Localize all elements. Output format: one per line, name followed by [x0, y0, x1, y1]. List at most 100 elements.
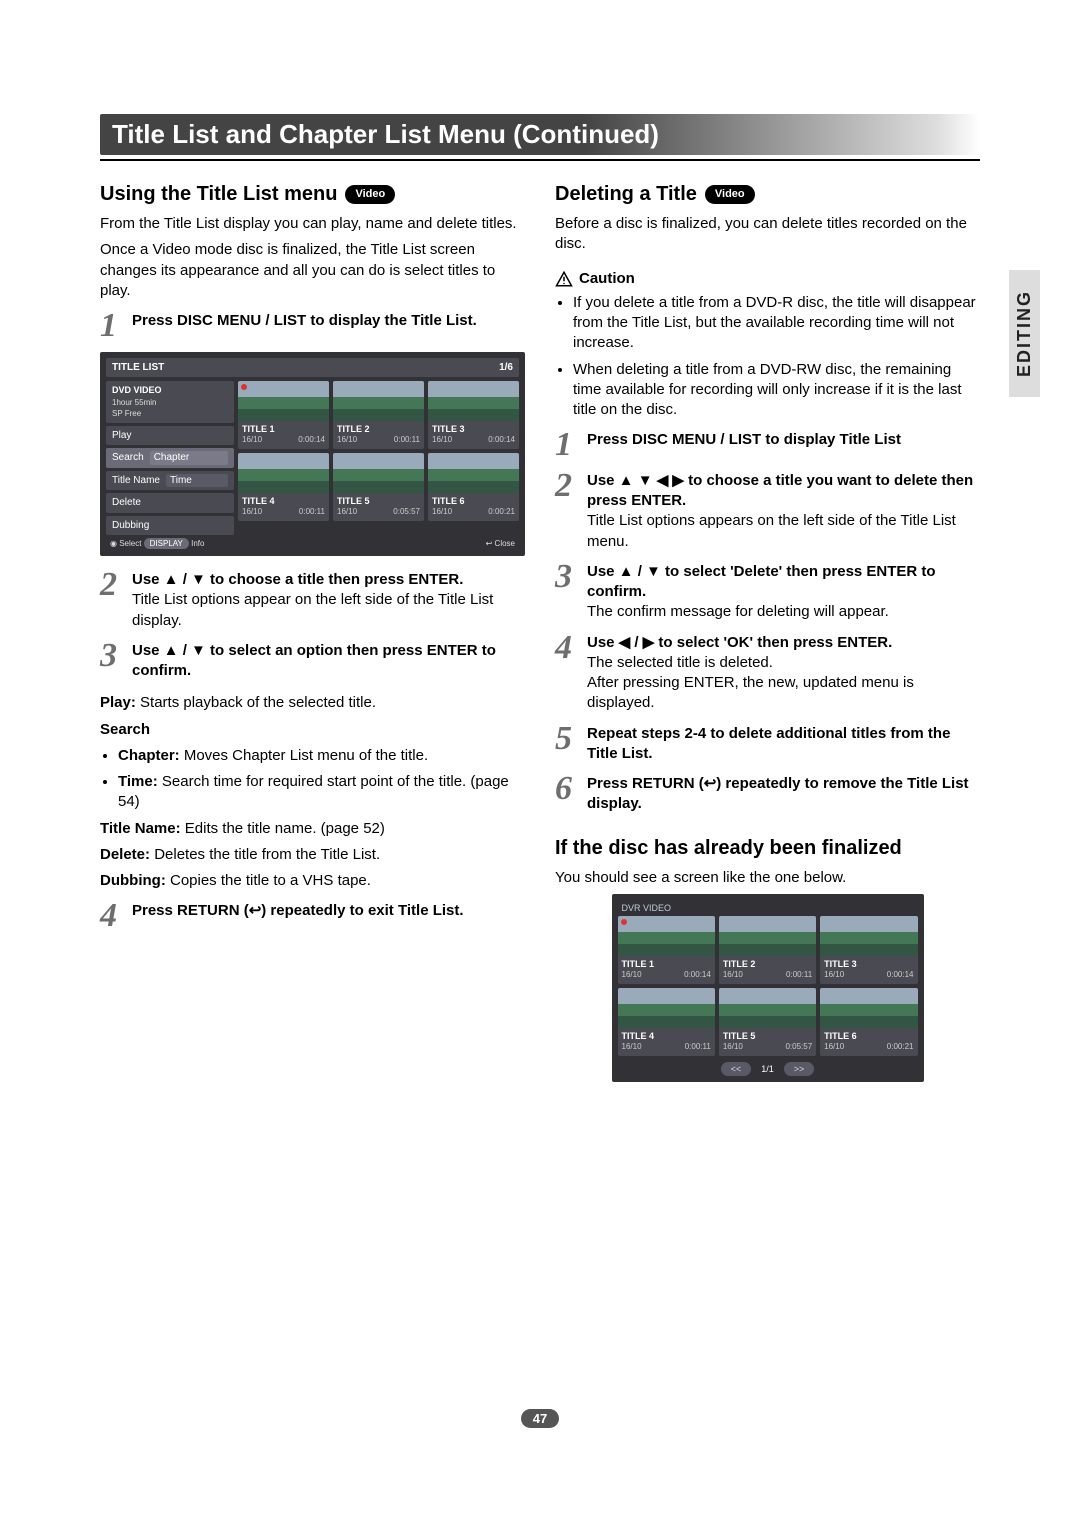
step-number: 4 [555, 633, 579, 714]
final-title-6[interactable]: TITLE 616/100:00:21 [820, 988, 917, 1056]
search-time: Time: Search time for required start poi… [118, 772, 525, 813]
right-step-6: 6 Press RETURN (↩) repeatedly to remove … [555, 774, 980, 815]
step-text-bold: Use ◀ / ▶ to select 'OK' then press ENTE… [587, 634, 892, 651]
delete-option: Delete: Deletes the title from the Title… [100, 845, 525, 865]
left-step-1: 1 Press DISC MENU / LIST to display the … [100, 311, 525, 342]
page-number-value: 47 [521, 1409, 559, 1428]
left-step-2: 2 Use ▲ / ▼ to choose a title then press… [100, 570, 525, 631]
step-text: Repeat steps 2-4 to delete additional ti… [587, 724, 980, 765]
heading-text: Using the Title List menu [100, 181, 337, 208]
step-number: 2 [100, 570, 124, 631]
step-number: 1 [555, 430, 579, 461]
final-title-4[interactable]: TITLE 416/100:00:11 [618, 988, 715, 1056]
step-number: 1 [100, 311, 124, 342]
osd-menu-title-name-label: Title Name [112, 474, 160, 488]
osd-title-6[interactable]: TITLE 616/100:00:21 [428, 453, 519, 521]
osd-header-title: TITLE LIST [112, 361, 164, 375]
osd-menu-title-name[interactable]: Title Name Time [106, 471, 234, 491]
using-title-list-heading: Using the Title List menu Video [100, 181, 525, 208]
step-text: Title List options appears on the left s… [587, 512, 956, 549]
osd-thumbnail-grid: TITLE 116/100:00:14 TITLE 216/100:00:11 … [238, 381, 519, 521]
step-number: 6 [555, 774, 579, 815]
osd-time-remaining: 1hour 55min [112, 398, 228, 409]
osd-title-4[interactable]: TITLE 416/100:00:11 [238, 453, 329, 521]
osd-dvd-video: DVD VIDEO [112, 384, 228, 396]
right-step-2: 2 Use ▲ ▼ ◀ ▶ to choose a title you want… [555, 471, 980, 552]
right-step-5: 5 Repeat steps 2-4 to delete additional … [555, 724, 980, 765]
step-number: 3 [100, 641, 124, 682]
final-title-2[interactable]: TITLE 216/100:00:11 [719, 916, 816, 984]
finalized-osd: DVR VIDEO TITLE 116/100:00:14 TITLE 216/… [612, 894, 924, 1082]
pager-next[interactable]: >> [784, 1062, 815, 1076]
osd-title-2[interactable]: TITLE 216/100:00:11 [333, 381, 424, 449]
deleting-intro: Before a disc is finalized, you can dele… [555, 214, 980, 255]
caution-label: Caution [579, 269, 635, 289]
step-text-bold: Use ▲ / ▼ to select 'Delete' then press … [587, 563, 936, 600]
final-title-5[interactable]: TITLE 516/100:05:57 [719, 988, 816, 1056]
search-chapter: Chapter: Moves Chapter List menu of the … [118, 746, 525, 766]
step-text-1: The selected title is deleted. [587, 654, 773, 671]
final-title-3[interactable]: TITLE 316/100:00:14 [820, 916, 917, 984]
heading-text: Deleting a Title [555, 181, 697, 208]
osd-menu-dubbing[interactable]: Dubbing [106, 516, 234, 536]
left-step-4: 4 Press RETURN (↩) repeatedly to exit Ti… [100, 901, 525, 932]
video-pill: Video [345, 185, 395, 204]
step-text: Use ▲ / ▼ to select an option then press… [132, 641, 525, 682]
play-option: Play: Starts playback of the selected ti… [100, 693, 525, 713]
step-text-bold: Use ▲ / ▼ to choose a title then press E… [132, 571, 463, 588]
osd-menu-play[interactable]: Play [106, 426, 234, 446]
step-text: Press DISC MENU / LIST to display Title … [587, 430, 980, 461]
title-name-option: Title Name: Edits the title name. (page … [100, 819, 525, 839]
osd-menu-search-label: Search [112, 451, 144, 465]
step-text: Press RETURN (↩) repeatedly to remove th… [587, 774, 980, 815]
osd-submenu-chapter[interactable]: Chapter [150, 451, 228, 465]
caution-heading: Caution [555, 269, 980, 289]
right-step-3: 3 Use ▲ / ▼ to select 'Delete' then pres… [555, 562, 980, 623]
finalized-text: You should see a screen like the one bel… [555, 868, 980, 888]
right-step-1: 1 Press DISC MENU / LIST to display Titl… [555, 430, 980, 461]
left-step-3: 3 Use ▲ / ▼ to select an option then pre… [100, 641, 525, 682]
caution-bullet-1: If you delete a title from a DVD-R disc,… [573, 293, 980, 354]
page-number: 47 [0, 1409, 1080, 1428]
video-pill: Video [705, 185, 755, 204]
osd-info-panel: DVD VIDEO 1hour 55min SP Free [106, 381, 234, 423]
step-text: The confirm message for deleting will ap… [587, 603, 889, 620]
osd-title-1[interactable]: TITLE 116/100:00:14 [238, 381, 329, 449]
divider [100, 159, 980, 161]
step-text: Title List options appear on the left si… [132, 591, 493, 628]
osd-menu-delete[interactable]: Delete [106, 493, 234, 513]
finalized-heading: If the disc has already been finalized [555, 835, 980, 862]
osd-menu-search[interactable]: Search Chapter [106, 448, 234, 468]
step-number: 4 [100, 901, 124, 932]
side-tab-editing: EDITING [1009, 270, 1040, 397]
osd-title-3[interactable]: TITLE 316/100:00:14 [428, 381, 519, 449]
osd-submenu-time[interactable]: Time [166, 474, 228, 488]
osd-title-5[interactable]: TITLE 516/100:05:57 [333, 453, 424, 521]
search-head: Search [100, 720, 525, 740]
left-column: Using the Title List menu Video From the… [100, 177, 525, 1082]
page-title-bar: Title List and Chapter List Menu (Contin… [100, 114, 980, 155]
step-text-bold: Use ▲ ▼ ◀ ▶ to choose a title you want t… [587, 472, 973, 509]
heading-text: If the disc has already been finalized [555, 835, 902, 862]
right-step-4: 4 Use ◀ / ▶ to select 'OK' then press EN… [555, 633, 980, 714]
step-number: 5 [555, 724, 579, 765]
final-title-1[interactable]: TITLE 116/100:00:14 [618, 916, 715, 984]
intro-paragraph-2: Once a Video mode disc is finalized, the… [100, 240, 525, 301]
finalized-osd-top: DVR VIDEO [618, 900, 918, 916]
step-text-2: After pressing ENTER, the new, updated m… [587, 674, 914, 711]
dubbing-option: Dubbing: Copies the title to a VHS tape. [100, 871, 525, 891]
step-text: Press DISC MENU / LIST to display the Ti… [132, 311, 525, 342]
pager-count: 1/1 [761, 1063, 774, 1075]
osd-header-pager: 1/6 [499, 361, 513, 375]
step-number: 2 [555, 471, 579, 552]
osd-sp-free: SP Free [112, 409, 228, 420]
right-column: Deleting a Title Video Before a disc is … [555, 177, 980, 1082]
title-list-osd: TITLE LIST 1/6 DVD VIDEO 1hour 55min SP … [100, 352, 525, 557]
intro-paragraph-1: From the Title List display you can play… [100, 214, 525, 234]
deleting-title-heading: Deleting a Title Video [555, 181, 980, 208]
pager-prev[interactable]: << [721, 1062, 752, 1076]
caution-bullet-2: When deleting a title from a DVD-RW disc… [573, 360, 980, 421]
step-number: 3 [555, 562, 579, 623]
caution-icon [555, 270, 573, 288]
step-text: Press RETURN (↩) repeatedly to exit Titl… [132, 901, 525, 932]
